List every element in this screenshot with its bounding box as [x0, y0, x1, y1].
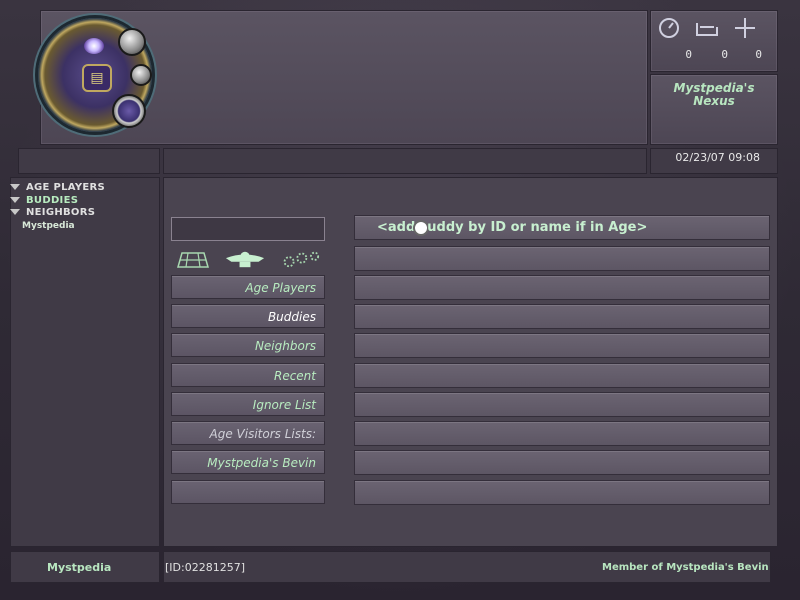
ladder-icon[interactable] — [692, 13, 722, 43]
tree-subitem-mystpedia[interactable]: Mystpedia — [22, 221, 75, 231]
count-transfer: 0 — [755, 48, 762, 61]
expand-triangle-icon — [10, 197, 20, 203]
folder-tree-panel — [10, 177, 160, 547]
player-id: [ID:02281257] — [165, 561, 245, 574]
player-name: Mystpedia — [47, 561, 112, 574]
eye-icon — [84, 38, 104, 54]
list-row[interactable] — [354, 363, 770, 388]
tree-label: AGE PLAYERS — [26, 182, 106, 193]
expand-triangle-icon — [10, 209, 20, 215]
ki-frame: ▤ 0 0 0 Mystpedia's Nexus 02/23/07 09:08… — [0, 0, 800, 600]
tree-label: NEIGHBORS — [26, 207, 96, 218]
bar-segment-middle — [163, 148, 647, 174]
list-row[interactable] — [354, 450, 770, 475]
category-recent[interactable]: Recent — [171, 363, 325, 387]
expand-triangle-icon — [10, 184, 20, 190]
book-icon: ▤ — [82, 64, 112, 92]
category-ignore-list[interactable]: Ignore List — [171, 392, 325, 416]
add-buddy-text-end: uddy by ID or name if in Age> — [427, 220, 648, 235]
category-neighbors[interactable]: Neighbors — [171, 333, 325, 357]
gear-chain-icon[interactable] — [276, 249, 324, 269]
category-empty[interactable] — [171, 480, 325, 504]
tree-item-age-players[interactable]: AGE PLAYERS — [10, 182, 105, 193]
search-input[interactable] — [171, 217, 325, 241]
membership-text: Member of Mystpedia's Bevin — [602, 562, 769, 573]
tree-item-neighbors[interactable]: NEIGHBORS — [10, 207, 95, 218]
list-row[interactable] — [354, 246, 770, 271]
count-compass: 0 — [685, 48, 692, 61]
buddy-group-icon[interactable] — [222, 249, 268, 269]
list-row[interactable] — [354, 480, 770, 505]
transfer-icon[interactable] — [730, 13, 760, 43]
category-mystpedias-bevin[interactable]: Mystpedia's Bevin — [171, 450, 325, 474]
compass-icon[interactable] — [654, 13, 684, 43]
list-row[interactable] — [354, 392, 770, 417]
tree-label: BUDDIES — [26, 195, 79, 206]
dial-knob[interactable] — [112, 94, 146, 128]
list-row[interactable] — [354, 333, 770, 358]
tree-item-buddies[interactable]: BUDDIES — [10, 195, 78, 206]
nexus-title: Mystpedia's Nexus — [673, 81, 755, 108]
bar-segment-left — [18, 148, 160, 174]
list-row[interactable] — [354, 304, 770, 329]
list-row[interactable] — [354, 275, 770, 300]
list-row[interactable] — [354, 421, 770, 446]
datetime: 02/23/07 09:08 — [675, 151, 760, 164]
add-buddy-text-start: <add — [377, 220, 416, 235]
category-age-visitors-lists[interactable]: Age Visitors Lists: — [171, 421, 325, 445]
category-buddies[interactable]: Buddies — [171, 304, 325, 328]
miniki-toggle-knob[interactable] — [118, 28, 146, 56]
add-buddy-row[interactable]: <add uddy by ID or name if in Age> — [354, 215, 770, 240]
grid-icon[interactable] — [174, 249, 212, 269]
info-knob[interactable] — [130, 64, 152, 86]
category-age-players[interactable]: Age Players — [171, 275, 325, 299]
